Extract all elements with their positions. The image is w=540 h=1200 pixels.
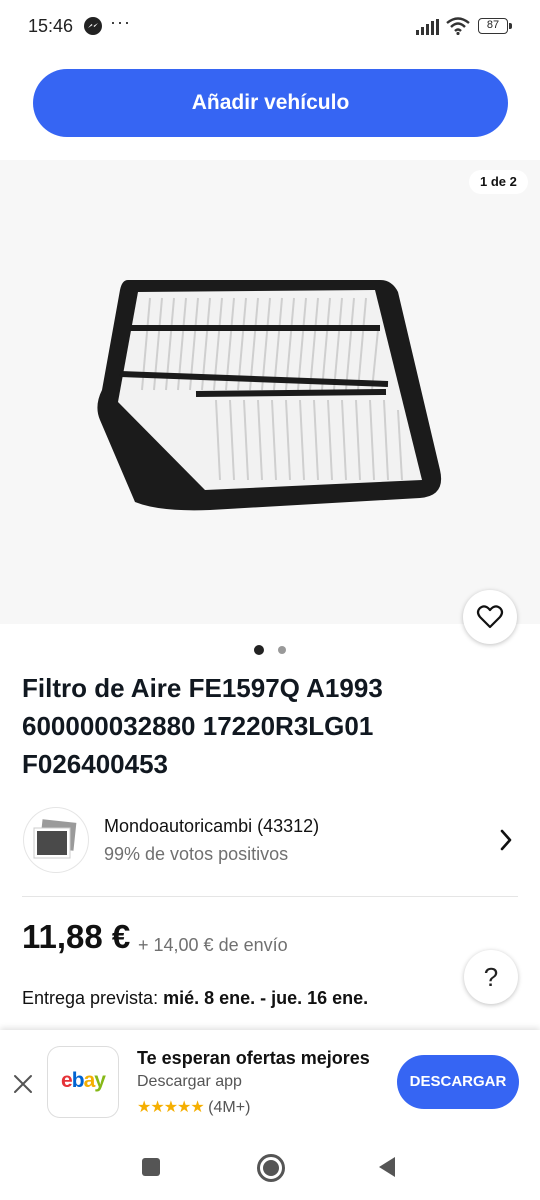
status-time: 15:46 xyxy=(28,16,74,36)
delivery-label: Entrega prevista: xyxy=(22,988,164,1008)
battery-icon: 87 xyxy=(478,18,508,34)
back-icon[interactable] xyxy=(377,1156,397,1178)
banner-title: Te esperan ofertas mejores xyxy=(137,1048,370,1068)
delivery-dates: mié. 8 ene. - jue. 16 ene. xyxy=(163,988,369,1008)
app-rating: ★★★★★ (4M+) xyxy=(137,1097,250,1117)
add-vehicle-button[interactable]: Añadir vehículo xyxy=(33,69,508,137)
seller-name[interactable]: Mondoautoricambi (43312) xyxy=(104,816,319,837)
more-icon: ··· xyxy=(110,12,131,32)
rating-count: (4M+) xyxy=(208,1099,251,1116)
messenger-icon xyxy=(84,17,102,35)
favorite-button[interactable] xyxy=(463,590,517,644)
recents-icon[interactable] xyxy=(142,1158,160,1176)
help-button[interactable]: ? xyxy=(464,950,518,1004)
ebay-logo-text: ebay xyxy=(61,1069,106,1092)
banner-subtitle: Descargar app xyxy=(137,1073,242,1090)
divider xyxy=(22,896,518,897)
download-button[interactable]: DESCARGAR xyxy=(397,1055,519,1109)
star-rating-icons: ★★★★★ xyxy=(137,1099,205,1116)
photos-icon xyxy=(33,818,79,859)
battery-tip xyxy=(509,23,512,29)
seller-avatar[interactable] xyxy=(24,808,88,872)
product-image[interactable] xyxy=(90,270,450,520)
signal-icon xyxy=(416,19,439,35)
heart-icon xyxy=(476,605,504,629)
product-title: Filtro de Aire FE1597Q A1993 60000003288… xyxy=(22,673,383,779)
home-icon-inner xyxy=(263,1160,279,1176)
gallery-counter: 1 de 2 xyxy=(469,170,528,194)
ebay-app-logo: ebay xyxy=(48,1047,118,1117)
gallery-dot-active[interactable] xyxy=(254,645,264,655)
price: 11,88 € xyxy=(22,918,131,955)
seller-feedback: 99% de votos positivos xyxy=(104,844,289,864)
gallery-dot[interactable] xyxy=(278,646,286,654)
delivery-estimate: Entrega prevista: mié. 8 ene. - jue. 16 … xyxy=(22,988,368,1009)
wifi-icon xyxy=(446,17,470,35)
shipping-cost: + 14,00 € de envío xyxy=(138,935,288,955)
close-icon[interactable] xyxy=(12,1073,34,1095)
chevron-right-icon[interactable] xyxy=(499,829,513,851)
